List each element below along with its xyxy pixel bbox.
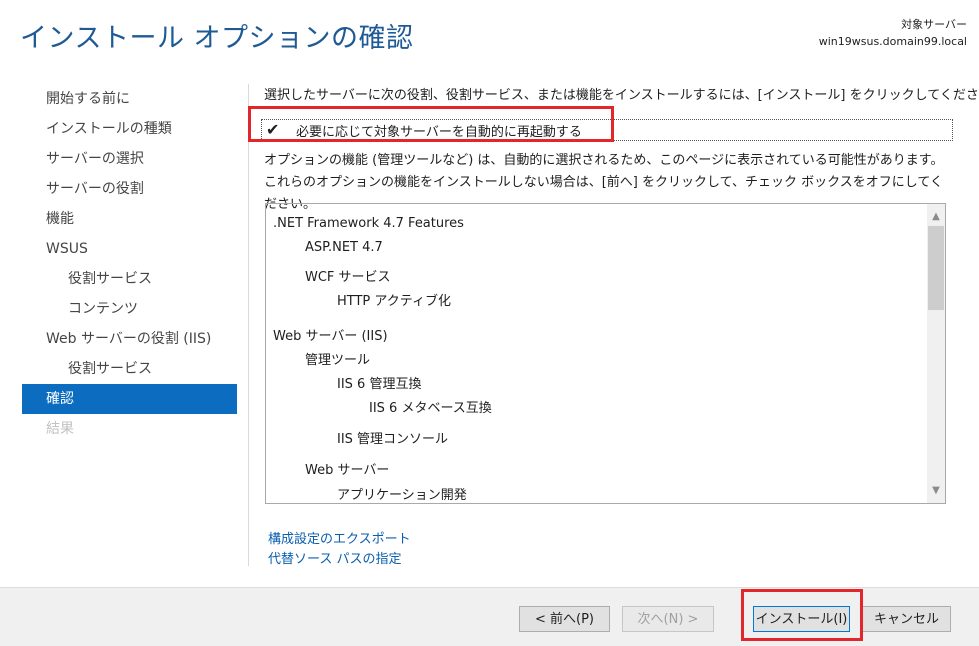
feature-item: WCF サービス <box>305 270 391 285</box>
feature-item: IIS 管理コンソール <box>337 432 449 447</box>
nav-item-web-server-role[interactable]: Web サーバーの役割 (IIS) <box>22 324 237 354</box>
feature-item: ASP.NET 4.7 <box>305 240 383 255</box>
scroll-thumb[interactable] <box>928 226 944 310</box>
feature-item: IIS 6 管理互換 <box>337 377 422 392</box>
nav-item-server-selection[interactable]: サーバーの選択 <box>22 144 237 174</box>
feature-list[interactable]: .NET Framework 4.7 Features ASP.NET 4.7 … <box>265 203 946 504</box>
nav-item-wsus[interactable]: WSUS <box>22 234 237 264</box>
nav-divider <box>248 84 249 566</box>
feature-item: IIS 6 メタベース互換 <box>369 401 492 416</box>
install-description: 選択したサーバーに次の役割、役割サービス、または機能をインストールするには、[イ… <box>264 88 979 103</box>
wizard-nav: 開始する前に インストールの種類 サーバーの選択 サーバーの役割 機能 WSUS… <box>22 84 237 444</box>
target-server-label: 対象サーバー <box>901 18 967 31</box>
next-button[interactable]: 次へ(N) > <box>622 606 714 632</box>
nav-item-content[interactable]: コンテンツ <box>22 294 237 324</box>
target-server-name: win19wsus.domain99.local <box>818 35 967 48</box>
feature-item: アプリケーション開発 <box>337 488 467 503</box>
nav-item-results: 結果 <box>46 421 74 437</box>
nav-item-confirmation[interactable]: 確認 <box>22 384 237 414</box>
feature-item: .NET Framework 4.7 Features <box>273 216 464 231</box>
nav-item-before-you-begin[interactable]: 開始する前に <box>22 84 237 114</box>
page-title: インストール オプションの確認 <box>20 23 414 54</box>
nav-item-installation-type[interactable]: インストールの種類 <box>22 114 237 144</box>
nav-item-features[interactable]: 機能 <box>22 204 237 234</box>
alternate-source-link[interactable]: 代替ソース パスの指定 <box>268 548 401 567</box>
feature-item: HTTP アクティブ化 <box>337 294 451 309</box>
highlight-box-restart <box>248 106 614 142</box>
cancel-button[interactable]: キャンセル <box>862 606 951 632</box>
nav-item-server-roles[interactable]: サーバーの役割 <box>22 174 237 204</box>
scroll-up-icon[interactable]: ▲ <box>927 208 945 225</box>
export-settings-link[interactable]: 構成設定のエクスポート <box>268 528 411 547</box>
previous-button[interactable]: < 前へ(P) <box>519 606 610 632</box>
feature-item: Web サーバー <box>305 463 390 478</box>
target-server-info: 対象サーバー win19wsus.domain99.local <box>819 16 967 50</box>
highlight-box-install <box>741 589 863 641</box>
scroll-down-icon[interactable]: ▼ <box>927 482 945 499</box>
nav-item-wsus-role-services[interactable]: 役割サービス <box>22 264 237 294</box>
nav-item-iis-role-services[interactable]: 役割サービス <box>22 354 237 384</box>
feature-item: Web サーバー (IIS) <box>273 329 388 344</box>
feature-list-scrollbar[interactable]: ▲ ▼ <box>927 204 945 503</box>
feature-item: 管理ツール <box>305 353 371 368</box>
